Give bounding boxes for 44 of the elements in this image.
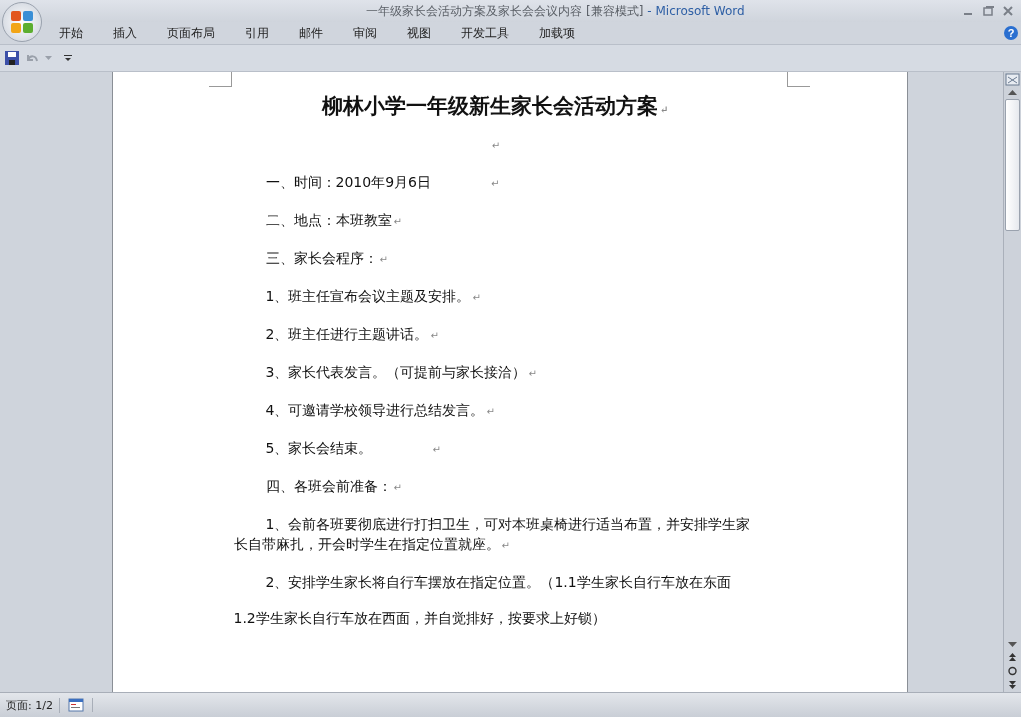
paragraph-text: 4、可邀请学校领导进行总结发言。↵ xyxy=(265,402,495,418)
ribbon-tab[interactable]: 开发工具 xyxy=(448,24,522,42)
ribbon-tab[interactable]: 开始 xyxy=(46,24,96,42)
crop-mark xyxy=(786,72,810,87)
vertical-scrollbar[interactable] xyxy=(1003,72,1021,692)
print-layout-icon[interactable] xyxy=(67,698,84,712)
window-title: 一年级家长会活动方案及家长会会议内容 [兼容模式] xyxy=(366,3,644,18)
crop-mark xyxy=(208,72,232,87)
paragraph-mark: ↵ xyxy=(658,103,669,117)
save-icon[interactable] xyxy=(5,51,19,65)
document-title: 柳林小学一年级新生家长会活动方案 xyxy=(321,92,658,120)
paragraph-text: 3、家长代表发言。（可提前与家长接洽）↵ xyxy=(265,364,537,380)
office-logo-icon xyxy=(8,8,36,36)
customize-icon[interactable] xyxy=(64,54,72,62)
page-indicator[interactable]: 页面: 1/2 xyxy=(0,697,60,713)
paragraph-text: 5、家长会结束。 xyxy=(265,440,373,456)
paragraph-text: 四、各班会前准备：↵ xyxy=(265,478,402,494)
ribbon-tab[interactable]: 加载项 xyxy=(526,24,588,42)
paragraph-text: 1、会前各班要彻底进行打扫卫生，可对本班桌椅进行适当布置，并安排学生家长自带麻扎，开会时学生在指定位置就座。↵ xyxy=(233,516,751,552)
ribbon-tab[interactable]: 插入 xyxy=(100,24,150,42)
ribbon-tab[interactable]: 视图 xyxy=(394,24,444,42)
ruler-icon[interactable] xyxy=(1005,72,1020,87)
ribbon-tab[interactable]: 审阅 xyxy=(340,24,390,42)
paragraph-text: 二、地点：本班教室↵ xyxy=(265,212,402,228)
paragraph-text: 一、时间：2010年9月6日 xyxy=(265,174,431,190)
restore-icon[interactable] xyxy=(981,5,995,17)
caret-icon[interactable] xyxy=(45,55,52,61)
office-button[interactable] xyxy=(2,2,42,42)
paragraph-mark: ↵ xyxy=(431,444,441,455)
app-name: - Microsoft Word xyxy=(647,3,745,18)
close-icon[interactable] xyxy=(1001,5,1015,17)
paragraph-mark: ↵ xyxy=(489,178,500,189)
help-button[interactable]: ? xyxy=(1004,26,1018,40)
browse-object-icon[interactable] xyxy=(1005,664,1020,678)
paragraph-text: 1.2学生家长自行车放在西面，并自觉排好，按要求上好锁） xyxy=(233,610,606,626)
ribbon-tab[interactable]: 邮件 xyxy=(286,24,336,42)
paragraph-text: 三、家长会程序：↵ xyxy=(265,250,388,266)
paragraph-mark: ↵ xyxy=(490,139,501,153)
ribbon-tab[interactable]: 引用 xyxy=(232,24,282,42)
scroll-thumb[interactable] xyxy=(1005,99,1020,231)
paragraph-text: 2、安排学生家长将自行车摆放在指定位置。（1.1学生家长自行车放在东面 xyxy=(265,574,731,590)
paragraph-text: 2、班主任进行主题讲话。↵ xyxy=(265,326,439,342)
paragraph-text: 1、班主任宣布会议主题及安排。↵ xyxy=(265,288,481,304)
ribbon-tab[interactable]: 页面布局 xyxy=(154,24,228,42)
